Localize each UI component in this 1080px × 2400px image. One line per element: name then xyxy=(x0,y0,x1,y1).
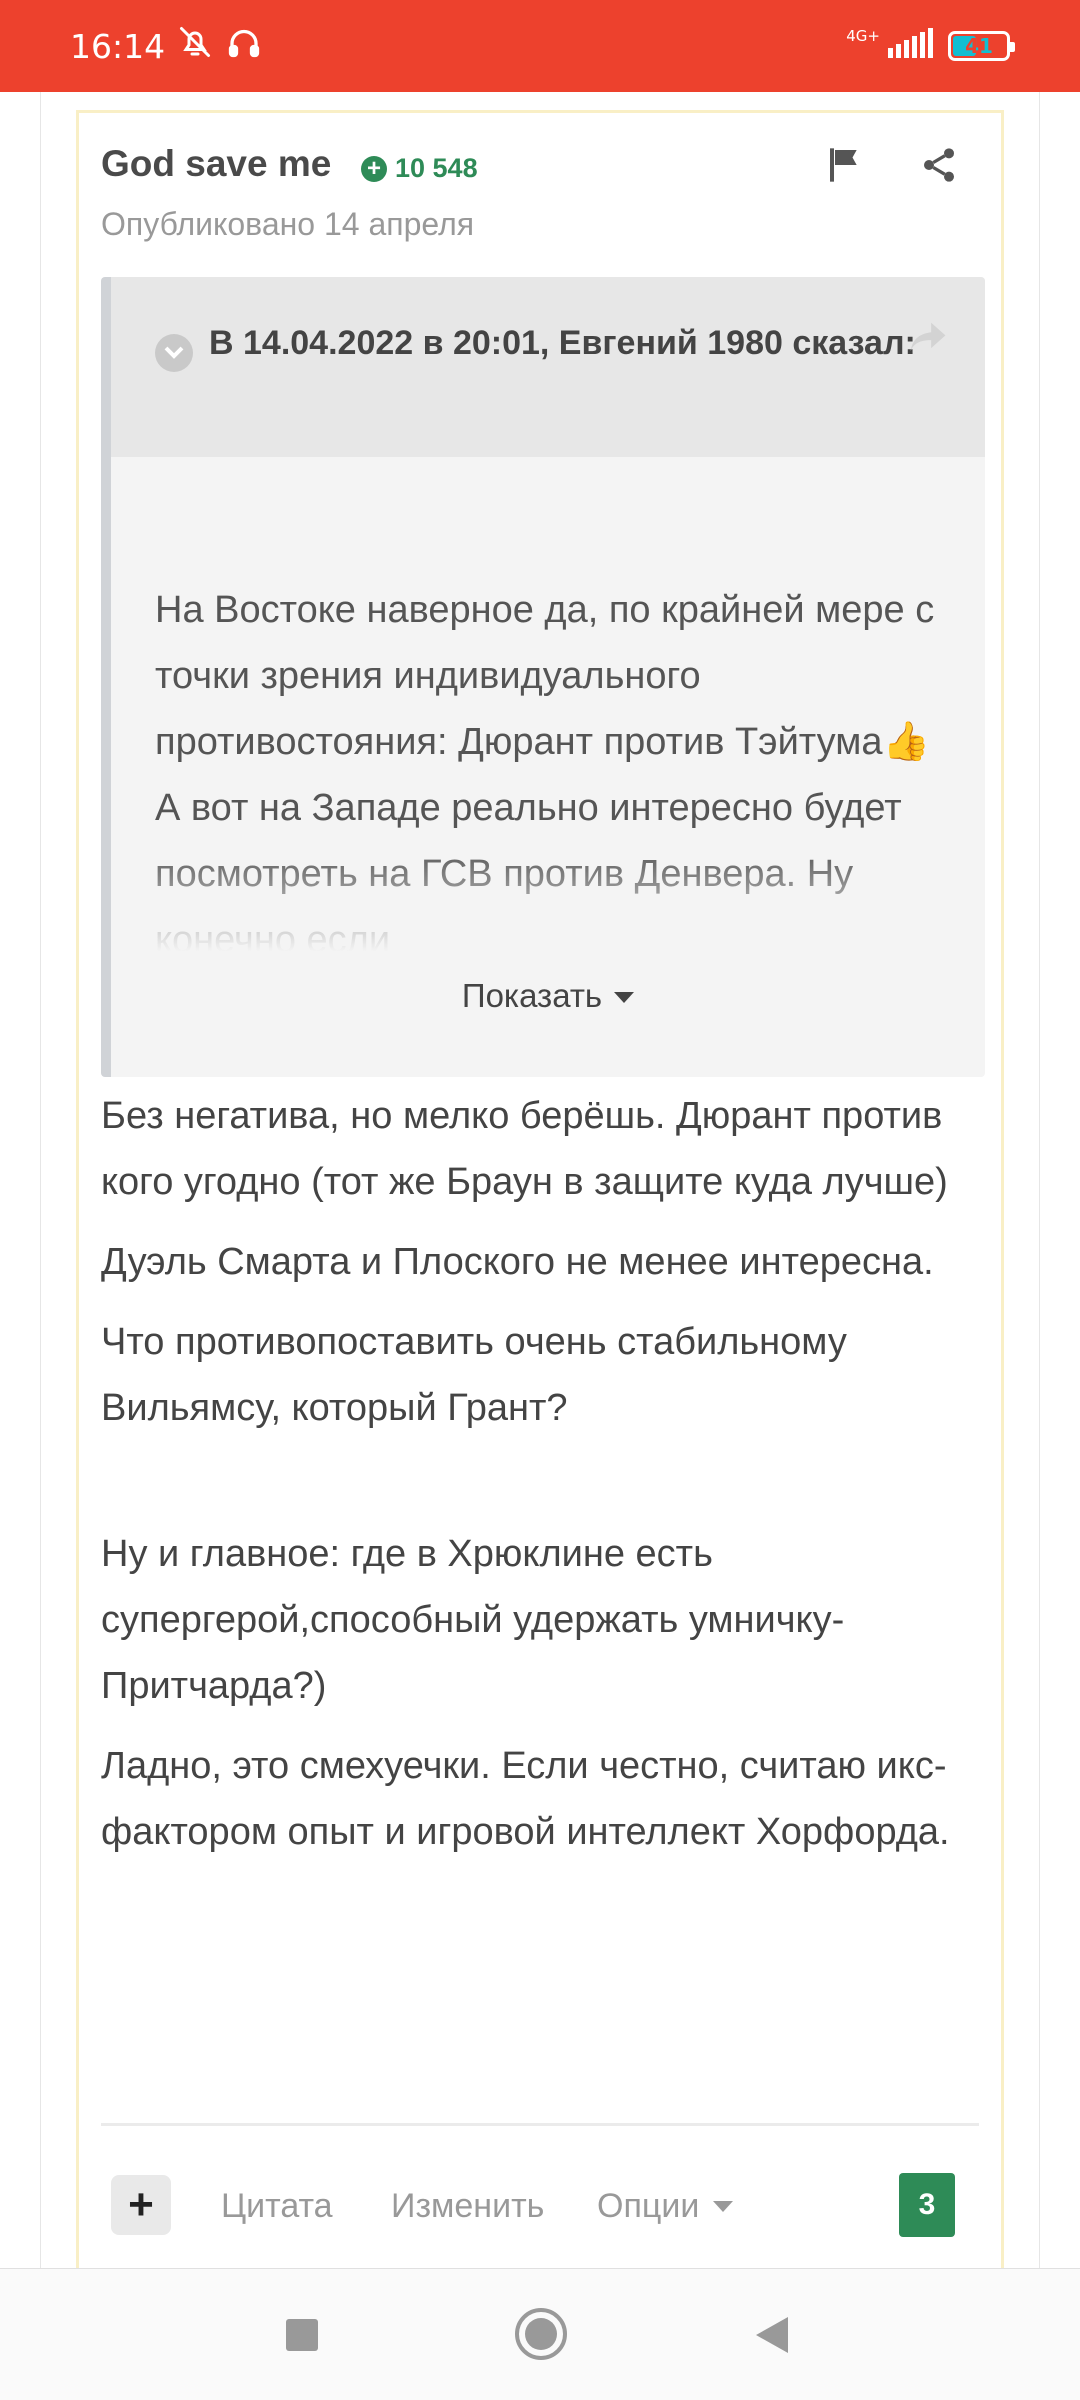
options-label: Опции xyxy=(597,2187,700,2225)
reputation-value: 10 548 xyxy=(395,153,478,183)
quote-citation-bar: В 14.04.2022 в 20:01, Евгений 1980 сказа… xyxy=(111,277,985,457)
battery-icon: 41 xyxy=(948,31,1015,61)
published-date: Опубликовано 14 апреля xyxy=(101,206,475,242)
quote-citation[interactable]: В 14.04.2022 в 20:01, Евгений 1980 сказа… xyxy=(155,315,949,372)
home-icon[interactable] xyxy=(514,2307,568,2366)
share-icon[interactable] xyxy=(919,145,963,189)
divider xyxy=(101,2123,979,2126)
post-content: Без негатива, но мелко берёшь. Дюрант пр… xyxy=(101,1083,981,1879)
quote-button[interactable]: Цитата xyxy=(221,2187,333,2226)
edit-button[interactable]: Изменить xyxy=(391,2187,544,2226)
post-paragraph: Ну и главное: где в Хрюклине есть суперг… xyxy=(101,1533,845,1707)
show-more-button[interactable]: Показать xyxy=(111,977,985,1015)
post-paragraph: Что противопоставить очень стабильному В… xyxy=(101,1321,847,1429)
caret-down-icon xyxy=(614,992,635,1003)
reaction-count-badge[interactable]: 3 xyxy=(899,2173,955,2237)
battery-level: 41 xyxy=(965,34,993,58)
post-paragraph: Дуэль Смарта и Плоского не менее интерес… xyxy=(101,1241,934,1283)
caret-down-icon xyxy=(713,2201,734,2212)
recents-icon[interactable] xyxy=(284,2317,320,2358)
forum-post: God save me + 10 548 Опубликовано 14 апр… xyxy=(76,110,1004,2290)
post-paragraph: Ладно, это смехуечки. Если честно, счита… xyxy=(101,1745,950,1853)
author-name[interactable]: God save me xyxy=(101,143,331,185)
headphones-icon xyxy=(225,24,263,68)
navigation-bar xyxy=(0,2268,1080,2400)
back-icon[interactable] xyxy=(754,2315,790,2360)
multiquote-plus-button[interactable]: + xyxy=(111,2175,171,2235)
flag-icon[interactable] xyxy=(825,145,869,189)
go-to-quote-icon[interactable] xyxy=(909,321,947,358)
post-paragraph: Без негатива, но мелко берёшь. Дюрант пр… xyxy=(101,1095,948,1203)
bell-off-icon xyxy=(177,24,213,68)
show-more-label: Показать xyxy=(461,977,603,1014)
plus-circle-icon: + xyxy=(361,155,387,182)
reputation-badge[interactable]: + 10 548 xyxy=(361,153,478,184)
quote-citation-text: В 14.04.2022 в 20:01, Евгений 1980 сказа… xyxy=(209,324,916,362)
chevron-down-icon[interactable] xyxy=(155,334,193,372)
post-actions: + Цитата Изменить Опции 3 xyxy=(101,2173,979,2253)
signal-icon xyxy=(888,28,934,64)
clock: 16:14 xyxy=(70,26,166,66)
quote-fade xyxy=(111,847,985,957)
status-bar: 16:14 4G+ 41 xyxy=(0,0,1080,92)
quote-block: В 14.04.2022 в 20:01, Евгений 1980 сказа… xyxy=(101,277,985,1077)
network-type: 4G+ xyxy=(846,26,880,45)
options-button[interactable]: Опции xyxy=(597,2187,734,2226)
